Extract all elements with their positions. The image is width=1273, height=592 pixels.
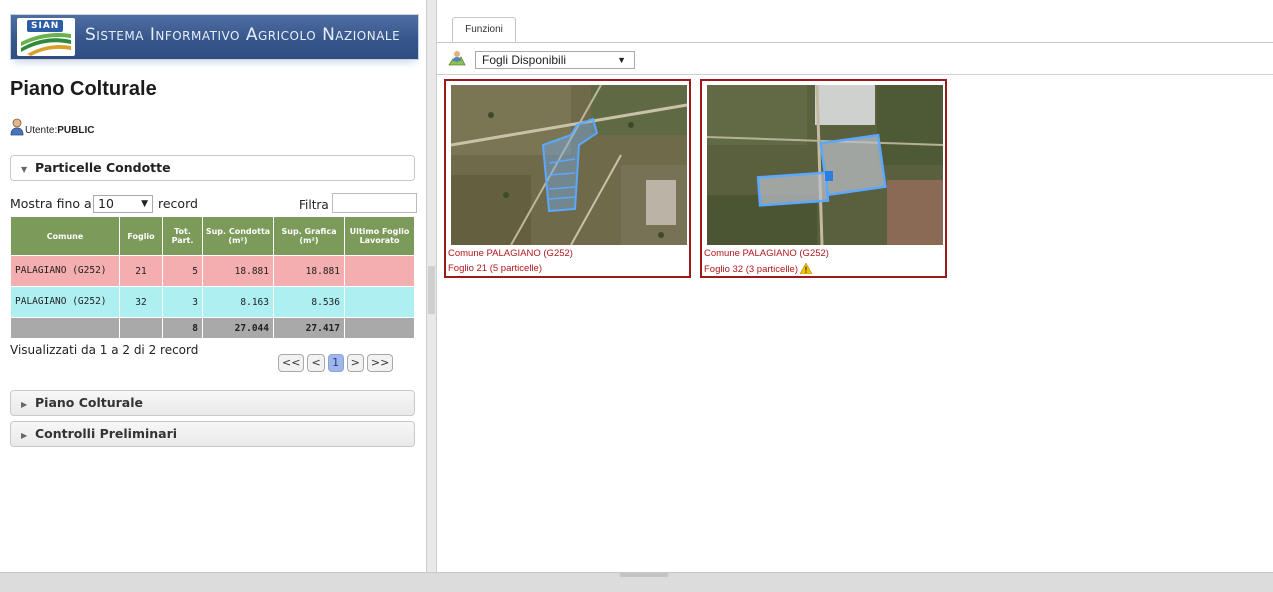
current-page-button[interactable]: 1 [327, 354, 344, 372]
card-comune-label: Comune PALAGIANO (G252) [448, 248, 573, 259]
vertical-splitter[interactable] [427, 0, 437, 572]
warning-icon [800, 263, 812, 274]
user-name: PUBLIC [57, 125, 95, 136]
section-title: Particelle Condotte [35, 160, 171, 175]
col-header-tot-part[interactable]: Tot. Part. [162, 216, 203, 256]
collapsed-triangle-icon: ▶ [21, 431, 28, 440]
map-user-icon [448, 51, 466, 66]
cell-tot-part: 5 [162, 255, 203, 287]
cell-tot-part: 3 [162, 286, 203, 318]
tab-funzioni[interactable]: Funzioni [452, 17, 516, 42]
fields-logo-icon [21, 33, 71, 56]
satellite-image[interactable] [451, 85, 687, 245]
filter-label: Filtra [299, 198, 329, 212]
prev-page-button[interactable]: < [307, 354, 325, 372]
page-size-select[interactable]: 10 ▼ [93, 195, 153, 213]
sian-logo: SIAN [17, 18, 75, 56]
last-page-button[interactable]: >> [366, 354, 394, 372]
user-label: Utente: [25, 125, 58, 136]
chevron-down-icon: ▼ [141, 199, 148, 209]
filter-input[interactable] [332, 193, 417, 213]
splitter-grip[interactable] [428, 266, 435, 314]
table-header-row: Comune Foglio Tot. Part. Sup. Condotta (… [10, 216, 415, 256]
section-piano-colturale[interactable]: ▶ Piano Colturale [10, 390, 415, 416]
foglio-card[interactable]: Comune PALAGIANO (G252) Foglio 32 (3 par… [700, 79, 947, 278]
cell-foglio: 21 [119, 255, 163, 287]
col-header-sup-condotta[interactable]: Sup. Condotta (m²) [202, 216, 274, 256]
total-sup-grafica: 27.417 [273, 317, 345, 339]
toolbar: Fogli Disponibili ▼ [437, 43, 1273, 75]
total-tot-part: 8 [162, 317, 203, 339]
tab-bar: Funzioni [437, 0, 1273, 43]
table-totals-row: 8 27.044 27.417 [10, 317, 415, 339]
chevron-down-icon: ▼ [617, 55, 626, 65]
footer-grip[interactable] [620, 573, 668, 577]
pagination: << <1 > >> [278, 354, 396, 372]
user-info: Utente:PUBLIC [10, 118, 94, 136]
card-foglio-label: Foglio 21 (5 particelle) [448, 263, 542, 274]
section-particelle-condotte[interactable]: ▼ Particelle Condotte [10, 155, 415, 181]
cell-foglio: 32 [119, 286, 163, 318]
section-title: Piano Colturale [35, 395, 144, 410]
total-sup-condotta: 27.044 [202, 317, 274, 339]
col-header-sup-grafica[interactable]: Sup. Grafica (m²) [273, 216, 345, 256]
cell-ultimo-foglio [344, 286, 415, 318]
totals-empty-cell [10, 317, 120, 339]
show-prefix-label: Mostra fino a [10, 196, 92, 211]
dropdown-value: Fogli Disponibili [482, 53, 567, 67]
col-header-ultimo-foglio[interactable]: Ultimo Foglio Lavorato [344, 216, 415, 256]
cell-comune: PALAGIANO (G252) [10, 286, 120, 318]
expanded-triangle-icon: ▼ [21, 165, 28, 174]
cell-comune: PALAGIANO (G252) [10, 255, 120, 287]
table-info: Visualizzati da 1 a 2 di 2 record [10, 343, 199, 357]
table-row[interactable]: PALAGIANO (G252) 21 5 18.881 18.881 [10, 255, 415, 287]
totals-empty-cell [119, 317, 163, 339]
table-controls: Mostra fino a 10 ▼ record Filtra [10, 193, 417, 215]
page-title: Piano Colturale [10, 78, 157, 100]
cell-sup-grafica: 8.536 [273, 286, 345, 318]
show-suffix-label: record [158, 196, 198, 211]
collapsed-triangle-icon: ▶ [21, 400, 28, 409]
totals-empty-cell [344, 317, 415, 339]
satellite-image[interactable] [707, 85, 943, 245]
section-title: Controlli Preliminari [35, 426, 178, 441]
cell-sup-condotta: 8.163 [202, 286, 274, 318]
fogli-dropdown[interactable]: Fogli Disponibili ▼ [475, 51, 635, 69]
table-row[interactable]: PALAGIANO (G252) 32 3 8.163 8.536 [10, 286, 415, 318]
banner-title: Sistema Informativo Agricolo Nazionale [85, 25, 401, 45]
sian-banner: SIAN Sistema Informativo Agricolo Nazion… [10, 14, 419, 60]
section-controlli-preliminari[interactable]: ▶ Controlli Preliminari [10, 421, 415, 447]
page-size-value: 10 [98, 196, 114, 211]
particelle-table: Comune Foglio Tot. Part. Sup. Condotta (… [10, 216, 415, 339]
col-header-comune[interactable]: Comune [10, 216, 120, 256]
card-foglio-text: Foglio 32 (3 particelle) [704, 264, 798, 275]
next-page-button[interactable]: > [346, 354, 364, 372]
cell-sup-condotta: 18.881 [202, 255, 274, 287]
left-panel: SIAN Sistema Informativo Agricolo Nazion… [0, 0, 427, 572]
foglio-card[interactable]: Comune PALAGIANO (G252) Foglio 21 (5 par… [444, 79, 691, 278]
right-panel: Funzioni Fogli Disponibili ▼ Comune PALA… [437, 0, 1273, 572]
card-comune-label: Comune PALAGIANO (G252) [704, 248, 829, 259]
cell-sup-grafica: 18.881 [273, 255, 345, 287]
col-header-foglio[interactable]: Foglio [119, 216, 163, 256]
user-icon [10, 118, 24, 136]
first-page-button[interactable]: << [278, 354, 305, 372]
cell-ultimo-foglio [344, 255, 415, 287]
card-foglio-label: Foglio 32 (3 particelle) [704, 263, 812, 275]
bottom-splitter[interactable] [0, 572, 1273, 592]
